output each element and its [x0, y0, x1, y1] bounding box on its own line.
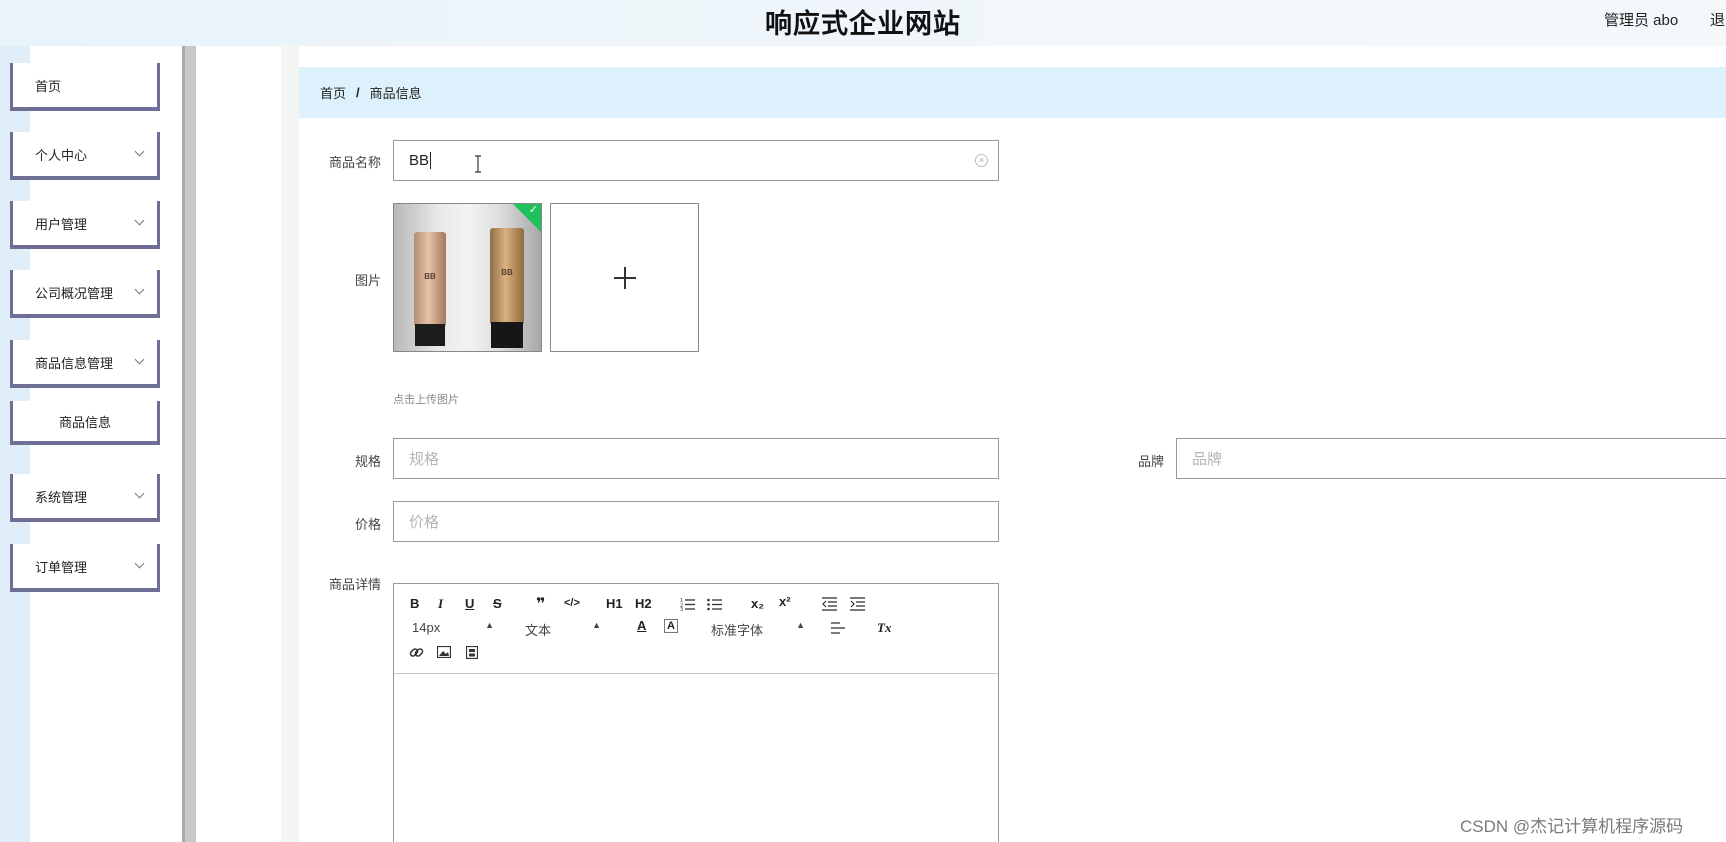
sidebar-item-company-overview[interactable]: 公司概况管理 [10, 270, 160, 318]
editor-toolbar: B I U S ❞ </> H1 H2 1 2 3 x₂ x² 14px ▲ 文… [394, 584, 998, 674]
link-icon[interactable] [409, 645, 424, 660]
font-family-select[interactable]: 标准字体 ▲ [711, 620, 805, 639]
outdent-icon[interactable] [822, 597, 837, 611]
breadcrumb-separator: / [356, 85, 360, 100]
sidebar-item-label: 首页 [35, 78, 62, 94]
text-type-select[interactable]: 文本 ▲ [525, 620, 601, 639]
top-header: 响应式企业网站 管理员 abo 退 [0, 0, 1726, 46]
sidebar-item-personal-center[interactable]: 个人中心 [10, 132, 160, 180]
chevron-down-icon [134, 215, 145, 226]
svg-text:3: 3 [680, 607, 683, 611]
image-icon[interactable] [437, 646, 451, 658]
sidebar-item-product-management[interactable]: 商品信息管理 [10, 340, 160, 388]
strike-button[interactable]: S [493, 596, 502, 611]
chevron-down-icon [134, 354, 145, 365]
image-upload-button[interactable] [550, 203, 699, 352]
uploaded-image-thumbnail[interactable]: BB BB ✓ [393, 203, 542, 352]
subscript-button[interactable]: x₂ [751, 596, 764, 611]
price-placeholder: 价格 [409, 514, 440, 531]
price-input[interactable]: 价格 [393, 501, 999, 542]
bullet-list-icon[interactable] [707, 597, 722, 611]
select-arrow-icon: ▲ [796, 620, 805, 630]
watermark: CSDN @杰记计算机程序源码 [1460, 817, 1684, 836]
chevron-down-icon [134, 558, 145, 569]
indent-icon[interactable] [850, 597, 865, 611]
breadcrumb: 首页 / 商品信息 [299, 67, 1726, 118]
product-name-input[interactable]: BB × [393, 140, 999, 181]
chevron-down-icon [134, 146, 145, 157]
spec-placeholder: 规格 [409, 451, 440, 468]
sidebar-item-label: 系统管理 [35, 489, 88, 505]
check-icon: ✓ [528, 204, 538, 216]
sidebar-scrollbar[interactable] [182, 46, 196, 842]
italic-button[interactable]: I [438, 596, 443, 612]
sidebar-item-label: 商品信息管理 [35, 355, 114, 371]
bb-cream-tube-left: BB [414, 232, 446, 346]
text-type-value: 文本 [525, 623, 552, 638]
background-color-button[interactable]: A [664, 619, 678, 633]
text-cursor-icon [475, 155, 481, 173]
bold-button[interactable]: B [410, 596, 419, 611]
chevron-down-icon [134, 488, 145, 499]
product-name-label: 商品名称 [328, 155, 381, 170]
site-title: 响应式企业网站 [765, 9, 961, 39]
spec-input[interactable]: 规格 [393, 438, 999, 479]
upload-hint: 点击上传图片 [393, 394, 459, 406]
ordered-list-icon[interactable]: 1 2 3 [680, 597, 695, 611]
price-label: 价格 [354, 517, 381, 532]
breadcrumb-current: 商品信息 [369, 86, 422, 101]
text-caret [430, 152, 432, 169]
clear-format-button[interactable]: Tx [877, 620, 891, 636]
product-name-value: BB [409, 152, 430, 169]
select-arrow-icon: ▲ [485, 620, 494, 630]
underline-button[interactable]: U [465, 596, 474, 611]
logout-link[interactable]: 退 [1710, 9, 1725, 30]
sidebar-item-label: 商品信息 [58, 414, 111, 430]
select-arrow-icon: ▲ [592, 620, 601, 630]
brand-placeholder: 品牌 [1192, 451, 1223, 468]
font-color-button[interactable]: A [637, 618, 646, 633]
video-icon[interactable] [466, 646, 478, 659]
align-icon[interactable] [831, 622, 845, 634]
brand-input[interactable]: 品牌 [1176, 438, 1726, 479]
sidebar-item-label: 公司概况管理 [35, 285, 114, 301]
font-size-value: 14px [412, 620, 441, 635]
sidebar-item-label: 订单管理 [35, 559, 88, 575]
sidebar-subitem-product-info[interactable]: 商品信息 [10, 401, 160, 445]
product-detail-label: 商品详情 [328, 577, 381, 592]
image-label: 图片 [354, 273, 381, 288]
superscript-button[interactable]: x² [779, 594, 791, 609]
bb-cream-tube-right: BB [490, 228, 524, 348]
code-block-button[interactable]: </> [564, 597, 580, 609]
sidebar-item-user-management[interactable]: 用户管理 [10, 201, 160, 249]
chevron-down-icon [134, 284, 145, 295]
breadcrumb-home[interactable]: 首页 [320, 83, 346, 102]
sidebar-item-system-management[interactable]: 系统管理 [10, 474, 160, 522]
sidebar-item-order-management[interactable]: 订单管理 [10, 544, 160, 592]
rich-text-editor: B I U S ❞ </> H1 H2 1 2 3 x₂ x² 14px ▲ 文… [393, 583, 999, 842]
sidebar-item-label: 个人中心 [35, 147, 88, 163]
blockquote-button[interactable]: ❞ [536, 594, 545, 614]
spec-label: 规格 [354, 454, 381, 469]
font-family-value: 标准字体 [711, 623, 764, 638]
brand-label: 品牌 [1137, 454, 1164, 469]
sidebar-item-label: 用户管理 [35, 216, 88, 232]
heading1-button[interactable]: H1 [606, 596, 623, 611]
editor-content-area[interactable] [394, 675, 998, 842]
clear-icon[interactable]: × [975, 154, 988, 167]
current-user: 管理员 abo [1604, 12, 1679, 29]
font-size-select[interactable]: 14px ▲ [412, 620, 494, 635]
heading2-button[interactable]: H2 [635, 596, 652, 611]
sidebar-item-home[interactable]: 首页 [10, 63, 160, 111]
plus-icon [624, 267, 626, 289]
